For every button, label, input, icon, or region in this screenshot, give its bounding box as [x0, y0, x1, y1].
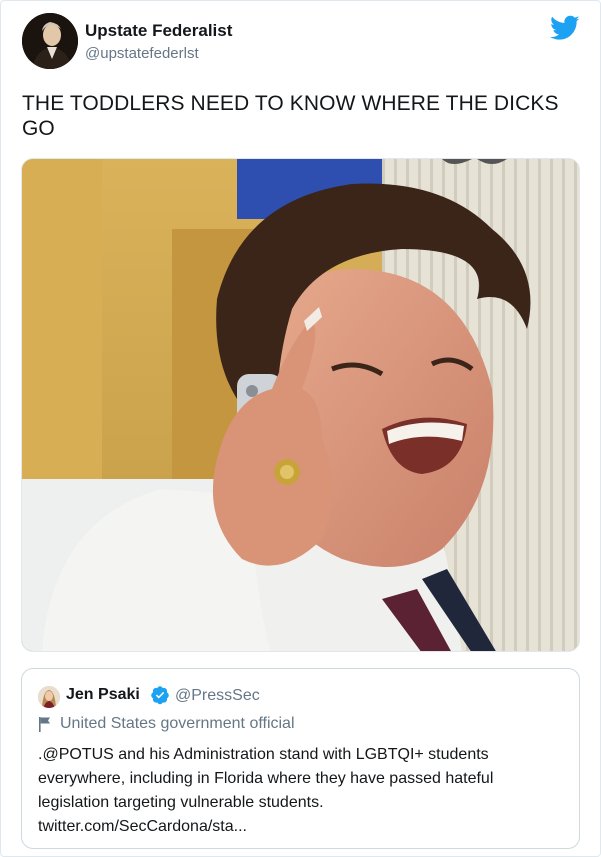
quoted-text-line: everywhere, including in Florida where t… — [38, 770, 494, 787]
government-label: United States government official — [60, 715, 295, 732]
photo-image — [22, 159, 579, 651]
verified-badge-icon — [151, 686, 169, 705]
author-avatar[interactable] — [22, 13, 78, 69]
author-name[interactable]: Upstate Federalist — [85, 21, 232, 41]
tweet-photo[interactable] — [21, 158, 580, 652]
twitter-bird-icon[interactable] — [550, 15, 580, 41]
quoted-avatar-image — [38, 686, 60, 708]
quoted-text-line: legislation targeting vulnerable student… — [38, 794, 324, 811]
quoted-author-avatar[interactable] — [38, 686, 60, 708]
quoted-author-handle[interactable]: @PressSec — [175, 687, 260, 705]
portrait-avatar-image — [22, 13, 78, 69]
tweet-text: THE TODDLERS NEED TO KNOW WHERE THE DICK… — [22, 92, 559, 140]
quoted-tweet-text: .@POTUS and his Administration stand wit… — [38, 743, 566, 839]
author-handle[interactable]: @upstatefederlst — [85, 45, 199, 62]
quoted-author-name[interactable]: Jen Psaki — [66, 686, 140, 704]
tweet-card: Upstate Federalist @upstatefederlst THE … — [0, 0, 601, 857]
quoted-text-line: .@POTUS and his Administration stand wit… — [38, 746, 489, 763]
quoted-link[interactable]: twitter.com/SecCardona/sta... — [38, 815, 566, 839]
flag-icon — [39, 717, 50, 732]
quoted-tweet[interactable]: Jen Psaki @PressSec United States govern… — [21, 668, 580, 849]
